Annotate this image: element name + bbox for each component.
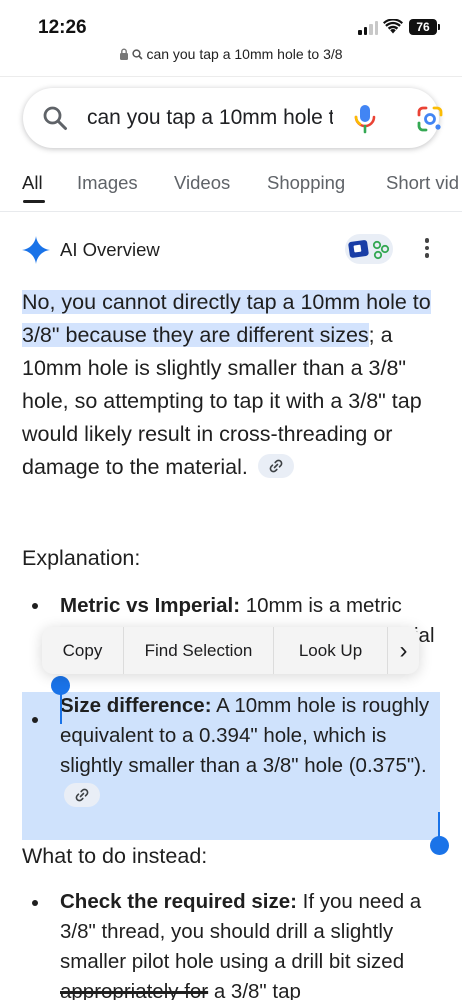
bullet [32,717,38,723]
microphone-icon[interactable] [353,103,377,135]
wifi-icon [383,19,403,34]
bullet [32,900,38,906]
bullet [32,603,38,609]
google-lens-icon[interactable] [416,105,444,133]
item-label: Size difference: [60,694,212,717]
tab-images[interactable]: Images [77,172,138,194]
item-label: Metric vs Imperial: [60,594,241,617]
status-bar: 12:26 76 [0,0,462,46]
item-text-tail: a 3/8" tap [208,980,301,1000]
tab-all[interactable]: All [22,172,43,194]
item-label: Check the required size: [60,890,297,913]
ai-overview-header: AI Overview [22,234,440,264]
list-item-check-required-size: Check the required size: If you need a 3… [60,887,444,1000]
tab-videos[interactable]: Videos [174,172,230,194]
item-text: 10mm is a metric [240,594,402,617]
selection-start-handle[interactable] [60,690,62,724]
link-icon [75,788,89,801]
tab-shopping[interactable]: Shopping [267,172,345,194]
more-options-icon[interactable] [422,238,432,262]
citation-link-button[interactable] [64,782,100,807]
ai-overview-title: AI Overview [60,239,160,260]
search-tabs: All Images Videos Shopping Short vid [0,166,462,208]
divider [0,76,462,77]
look-up-menu-item[interactable]: Look Up [274,627,388,674]
url-text: can you tap a 10mm hole to 3/8 [146,46,343,62]
selection-end-handle-knob[interactable] [430,836,449,855]
find-selection-menu-item[interactable]: Find Selection [124,627,274,674]
active-tab-indicator [23,200,45,203]
selection-context-menu: Copy Find Selection Look Up › [42,627,419,674]
tab-short-videos[interactable]: Short vid [386,172,459,194]
status-time: 12:26 [38,17,87,38]
ai-overview-source-badge[interactable] [345,234,393,264]
explanation-heading: Explanation: [22,546,141,570]
link-icon [269,459,283,473]
battery-icon: 76 [409,19,440,35]
divider [0,211,462,212]
address-bar[interactable]: can you tap a 10mm hole to 3/8 [0,46,462,74]
gemini-sparkle-icon [22,236,50,264]
ai-overview-answer: No, you cannot directly tap a 10mm hole … [22,286,440,484]
copy-menu-item[interactable]: Copy [42,627,124,674]
cellular-signal-icon [358,21,378,35]
list-item-metric-vs-imperial: Metric vs Imperial: 10mm is a metric [60,591,444,621]
search-input[interactable] [87,103,333,133]
selection-start-handle-knob[interactable] [51,676,70,695]
labs-icon [348,240,390,260]
item-text-struck: appropriately for [60,980,209,1000]
what-to-do-heading: What to do instead: [22,844,208,868]
list-item-size-difference: Size difference: A 10mm hole is roughly … [60,691,432,811]
search-icon [132,48,144,60]
lock-icon [120,48,129,60]
chevron-right-icon[interactable]: › [388,627,419,674]
search-box[interactable] [23,88,443,148]
citation-link-button[interactable] [257,454,294,479]
search-icon[interactable] [42,105,68,131]
